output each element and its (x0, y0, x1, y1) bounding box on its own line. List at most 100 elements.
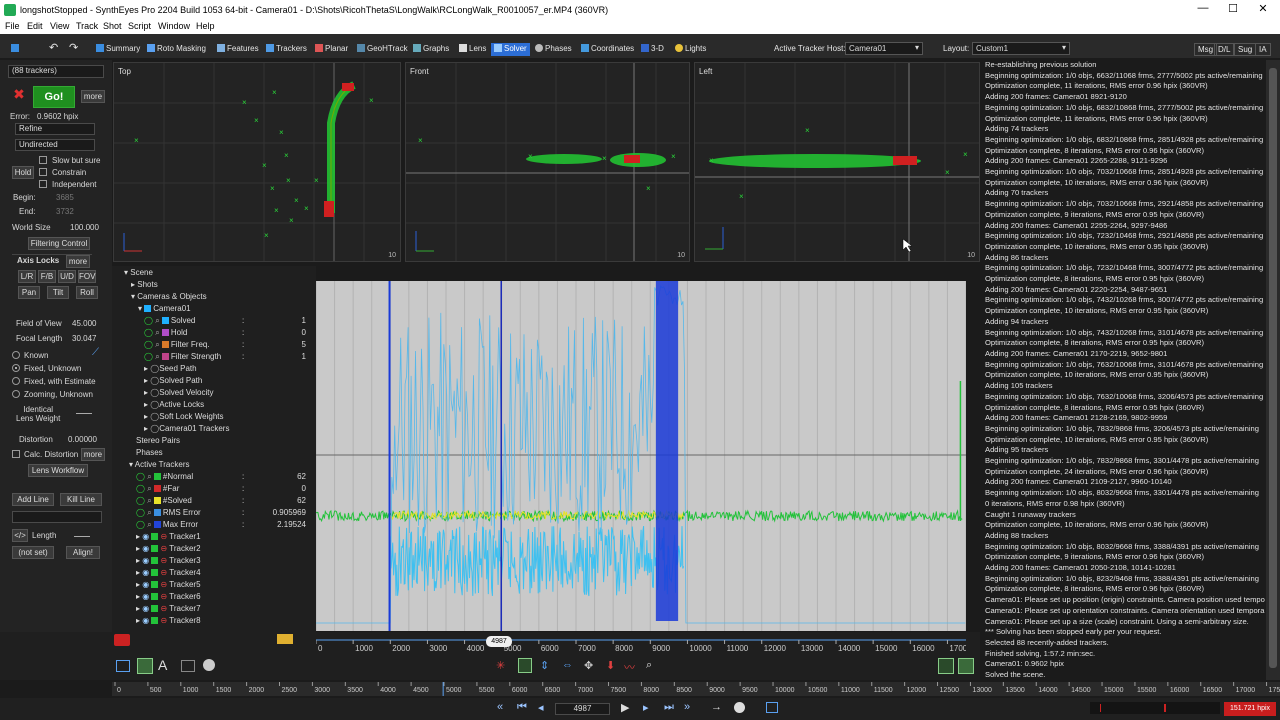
lock-icon[interactable]: ⌕ (155, 352, 159, 361)
direction-select[interactable]: Undirected (15, 139, 95, 151)
slow-but-sure-checkbox[interactable] (39, 156, 47, 164)
kill-line-button[interactable]: Kill Line (60, 493, 102, 506)
eye-icon[interactable]: ◉ (142, 532, 149, 541)
lock-tilt-button[interactable]: Tilt (47, 286, 69, 299)
tracker-item[interactable]: ▸ ◉ ⊖ Tracker6 (136, 592, 201, 601)
lens-workflow-button[interactable]: Lens Workflow (28, 464, 88, 477)
room-geohtrack[interactable]: GeoHTrack (354, 43, 411, 56)
visibility-icon[interactable]: ◯ (136, 472, 145, 481)
menu-track[interactable]: Track (76, 21, 98, 31)
tracker-item[interactable]: ▸ ◉ ⊖ Tracker5 (136, 580, 201, 589)
eye-icon[interactable]: ◉ (142, 568, 149, 577)
lock-ud-button[interactable]: U/D (58, 270, 76, 283)
viewport-front[interactable]: Front 10 × × × × × (405, 62, 690, 262)
camera-child-item[interactable]: ▸ ◯Soft Lock Weights (144, 412, 224, 421)
menu-help[interactable]: Help (196, 21, 215, 31)
fov-value[interactable]: 45.000 (72, 319, 96, 328)
lock-icon[interactable]: ⊖ (160, 568, 167, 577)
lock-pan-button[interactable]: Pan (18, 286, 40, 299)
camera-child-item[interactable]: ▸ ◯Seed Path (144, 364, 197, 373)
graph-frame-ruler[interactable]: 0 1000 2000 3000 4000 5000 6000 7000 8000 9000 100… (316, 632, 966, 654)
constrain-checkbox[interactable] (39, 168, 47, 176)
eye-icon[interactable]: ◉ (142, 544, 149, 553)
tracker-channel-row[interactable]: ◯ ⌕ #Normal (136, 472, 306, 482)
lock-icon[interactable]: ⌕ (147, 520, 151, 529)
tracker-item[interactable]: ▸ ◉ ⊖ Tracker1 (136, 532, 201, 541)
error-graph[interactable] (316, 281, 966, 631)
redo-icon[interactable]: ↷ (66, 40, 81, 54)
lock-icon[interactable]: ⌕ (147, 508, 151, 517)
lock-lr-button[interactable]: L/R (18, 270, 36, 283)
lock-icon[interactable]: ⌕ (147, 484, 151, 493)
visibility-icon[interactable]: ◯ (136, 520, 145, 529)
end-value[interactable]: 3732 (56, 207, 74, 216)
room-features[interactable]: Features (214, 43, 262, 56)
delete-key-icon[interactable]: ⬇ (606, 659, 615, 672)
room-lens[interactable]: Lens (456, 43, 489, 56)
go-more-button[interactable]: more (81, 90, 105, 103)
room-roto-masking[interactable]: Roto Masking (144, 43, 209, 56)
lock-icon[interactable]: ⊖ (160, 604, 167, 613)
lock-icon[interactable]: ⌕ (147, 472, 151, 481)
lock-icon[interactable]: ⊖ (160, 592, 167, 601)
dl-button[interactable]: D/L (1214, 43, 1235, 56)
stop-icon[interactable]: ✖ (12, 87, 26, 102)
tree-camera[interactable]: ▾ Camera01 (138, 304, 191, 313)
save-icon[interactable] (8, 43, 24, 56)
eye-icon[interactable]: ◉ (142, 580, 149, 589)
eye-icon[interactable]: ◉ (142, 556, 149, 565)
visibility-icon[interactable]: ◯ (136, 496, 145, 505)
go-start-icon[interactable]: « (497, 701, 503, 713)
camera-child-item[interactable]: ▸ ◯Camera01 Trackers (144, 424, 229, 433)
pan-icon[interactable]: ✥ (584, 659, 593, 672)
fit-icon[interactable] (518, 658, 532, 673)
lock-icon[interactable]: ⊖ (160, 544, 167, 553)
visibility-icon[interactable]: ◯ (144, 316, 153, 325)
main-timeline[interactable]: 0 500 1000 1500 2000 2500 3000 3500 4000 4500 5000… (112, 682, 1280, 696)
wand-icon[interactable]: ⟋ (92, 347, 99, 358)
lock-roll-button[interactable]: Roll (76, 286, 98, 299)
lock-icon[interactable]: ⌕ (155, 340, 159, 349)
align-button[interactable]: Align! (66, 546, 100, 559)
eye-icon[interactable]: ◉ (142, 592, 149, 601)
menu-script[interactable]: Script (128, 21, 151, 31)
menu-view[interactable]: View (50, 21, 69, 31)
lock-icon[interactable]: ⊖ (160, 580, 167, 589)
viewport-left[interactable]: Left 10 × × × × × (694, 62, 980, 262)
room-lights[interactable]: Lights (672, 43, 709, 56)
tracker-host-select[interactable]: Camera01 (845, 42, 923, 55)
axis-locks-more-button[interactable]: more (66, 255, 90, 268)
wave-icon[interactable]: 〰 (624, 659, 635, 675)
tracker-item[interactable]: ▸ ◉ ⊖ Tracker7 (136, 604, 201, 613)
camera-channel-row[interactable]: ◯ ⌕ Filter Freq. (144, 340, 314, 350)
layout-select[interactable]: Custom1 (972, 42, 1070, 55)
not-set-button[interactable]: (not set) (12, 546, 54, 559)
filtering-control-button[interactable]: Filtering Control (28, 237, 90, 250)
lens-weight-slider[interactable] (76, 413, 92, 414)
text-tool-icon[interactable]: A (158, 657, 167, 673)
camera-channel-row[interactable]: ◯ ⌕ Filter Strength (144, 352, 314, 362)
tracker-item[interactable]: ▸ ◉ ⊖ Tracker8 (136, 616, 201, 625)
lens-known-radio[interactable] (12, 351, 20, 359)
room-summary[interactable]: Summary (93, 43, 143, 56)
frame-number-field[interactable]: 4987 (555, 703, 610, 715)
lock-icon[interactable]: ⊖ (160, 532, 167, 541)
lens-fixed-unknown-radio[interactable] (12, 364, 20, 372)
tree-active-trackers[interactable]: ▾ Active Trackers (129, 460, 189, 469)
viewport-top[interactable]: Top 10 × × × × × × × × × × × × × × × × (113, 62, 401, 262)
camera-child-item[interactable]: ▸ ◯Active Locks (144, 400, 204, 409)
snap-icon[interactable]: ✳ (496, 659, 505, 672)
length-slider[interactable] (74, 536, 90, 537)
camera-child-item[interactable]: ▸ ◯Solved Velocity (144, 388, 213, 397)
room-phases[interactable]: Phases (532, 43, 575, 56)
camera-channel-row[interactable]: ◯ ⌕ Hold (144, 328, 314, 338)
record-icon[interactable] (114, 634, 130, 646)
solver-mode-select[interactable]: Refine (15, 123, 95, 135)
zoom-y-icon[interactable]: ⇕ (540, 659, 549, 672)
minimize-button[interactable]: — (1188, 2, 1218, 18)
tracker-item[interactable]: ▸ ◉ ⊖ Tracker3 (136, 556, 201, 565)
room-solver[interactable]: Solver (491, 43, 530, 56)
tracker-channel-row[interactable]: ◯ ⌕ #Far (136, 484, 306, 494)
lens-fixed-estimate-radio[interactable] (12, 377, 20, 385)
prev-key-icon[interactable]: ⏮ (517, 701, 527, 714)
